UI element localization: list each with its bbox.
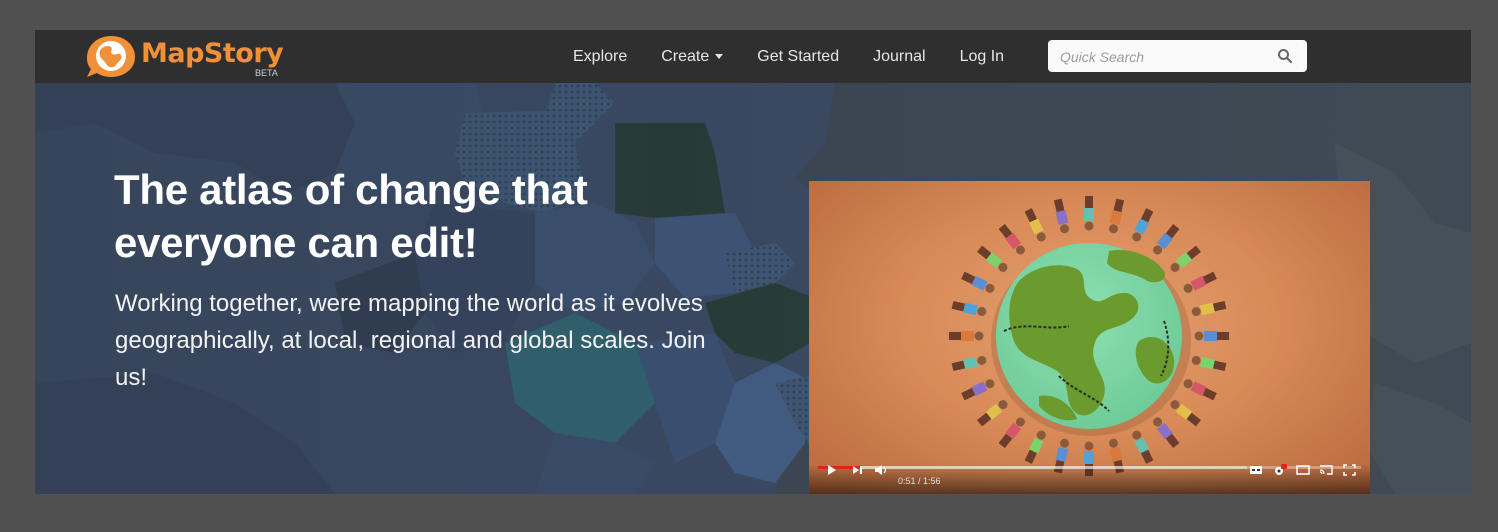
theater-icon[interactable] — [1296, 464, 1310, 476]
caret-down-icon — [715, 53, 724, 59]
top-navbar: MapStory BETA Explore Create Get Started… — [35, 30, 1471, 83]
person-figure — [1132, 430, 1154, 464]
person-figure — [961, 379, 995, 401]
person-figure — [951, 300, 987, 317]
cast-icon[interactable] — [1319, 464, 1333, 476]
video-player[interactable]: 0:51 / 1:56 — [809, 181, 1370, 494]
page-frame: MapStory BETA Explore Create Get Started… — [35, 30, 1471, 494]
hero-section: The atlas of change that everyone can ed… — [35, 83, 1471, 494]
person-figure — [1183, 379, 1217, 401]
video-controls: 0:51 / 1:56 — [809, 464, 1370, 494]
nav-create[interactable]: Create — [661, 47, 724, 66]
person-figure — [1024, 430, 1046, 464]
beta-badge: BETA — [255, 68, 278, 78]
person-figure — [1194, 331, 1229, 341]
person-figure — [961, 271, 995, 293]
person-figure — [949, 331, 984, 341]
person-figure — [1153, 417, 1180, 448]
fullscreen-icon[interactable] — [1343, 464, 1356, 476]
hero-headline: The atlas of change that everyone can ed… — [114, 166, 588, 266]
nav-links: Explore Create Get Started Journal Log I… — [573, 30, 1038, 83]
person-figure — [1191, 300, 1227, 317]
brand-name: MapStory — [141, 38, 284, 69]
person-figure — [951, 355, 987, 372]
video-thumbnail — [949, 196, 1229, 476]
nav-get-started[interactable]: Get Started — [757, 48, 839, 66]
globe-bubble-icon — [87, 36, 135, 77]
captions-icon[interactable] — [1249, 464, 1263, 476]
search-icon[interactable] — [1277, 48, 1293, 64]
person-figure — [1153, 224, 1180, 255]
volume-icon[interactable] — [874, 464, 888, 476]
nav-log-in[interactable]: Log In — [960, 48, 1004, 66]
person-figure — [1108, 198, 1125, 234]
person-figure — [1084, 196, 1094, 231]
person-figure — [1170, 245, 1201, 272]
nav-create-label: Create — [661, 47, 710, 65]
play-icon[interactable] — [827, 464, 837, 476]
person-figure — [1191, 355, 1227, 372]
person-figure — [1170, 400, 1201, 427]
nav-explore[interactable]: Explore — [573, 48, 627, 66]
person-figure — [998, 224, 1025, 255]
next-icon[interactable] — [852, 464, 864, 476]
person-figure — [1132, 208, 1154, 242]
mapstory-logo[interactable]: MapStory BETA — [81, 32, 311, 80]
hero-subtext: Working together, were mapping the world… — [115, 290, 706, 391]
person-figure — [998, 417, 1025, 448]
settings-icon[interactable] — [1273, 464, 1287, 476]
quick-search-box — [1048, 40, 1307, 74]
nav-journal[interactable]: Journal — [873, 48, 925, 66]
person-figure — [977, 245, 1008, 272]
quick-search-input[interactable] — [1058, 40, 1272, 74]
person-figure — [1053, 198, 1070, 234]
video-time: 0:51 / 1:56 — [898, 476, 941, 486]
person-figure — [1024, 208, 1046, 242]
person-figure — [977, 400, 1008, 427]
person-figure — [1183, 271, 1217, 293]
